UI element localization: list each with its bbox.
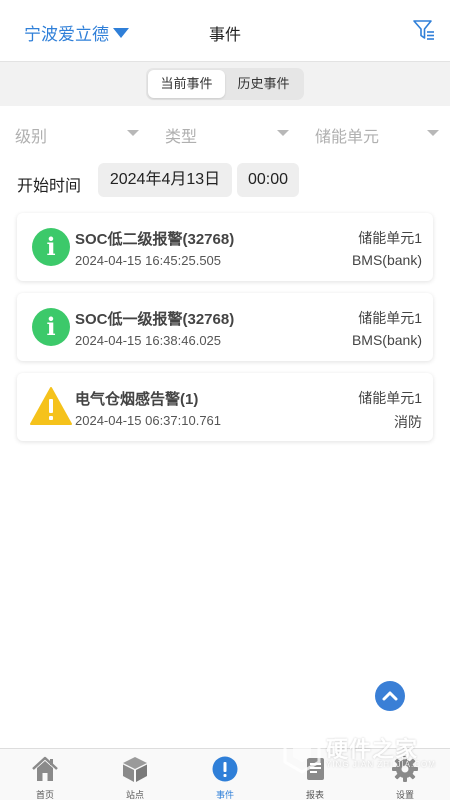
start-time-row: 开始时间 2024年4月13日 00:00 <box>0 158 450 202</box>
home-icon <box>32 756 58 781</box>
event-card[interactable]: i SOC低二级报警(32768) 2024-04-15 16:45:25.50… <box>17 213 433 281</box>
event-source: BMS(bank) <box>351 252 422 268</box>
warning-icon <box>30 387 72 425</box>
level-dropdown[interactable]: 级别 <box>15 123 47 147</box>
event-card[interactable]: i SOC低一级报警(32768) 2024-04-15 16:38:46.02… <box>17 293 433 361</box>
segment-history-events[interactable]: 历史事件 <box>225 70 302 98</box>
tab-label: 报表 <box>305 790 324 800</box>
type-dropdown-arrow-icon[interactable] <box>277 130 289 136</box>
unit-dropdown[interactable]: 储能单元 <box>315 123 379 147</box>
tab-label: 事件 <box>215 790 234 800</box>
scroll-to-top-button[interactable] <box>375 681 405 711</box>
alert-icon <box>212 756 238 782</box>
chevron-up-icon <box>382 691 398 701</box>
start-date-picker[interactable]: 2024年4月13日 <box>98 163 232 197</box>
watermark: 硬件之家 YING JIAN ZHI JIA.COM <box>282 728 442 776</box>
event-title: 电气仓烟感告警(1) <box>75 391 199 408</box>
header: 宁波爱立德 事件 <box>0 0 450 62</box>
event-list: i SOC低二级报警(32768) 2024-04-15 16:45:25.50… <box>0 202 450 748</box>
tab-events[interactable]: 事件 <box>180 749 270 800</box>
segment-current-events[interactable]: 当前事件 <box>148 70 225 98</box>
tab-station[interactable]: 站点 <box>90 749 180 800</box>
event-title: SOC低二级报警(32768) <box>75 231 235 248</box>
tab-label: 首页 <box>35 790 54 800</box>
tab-label: 站点 <box>125 790 144 800</box>
event-unit: 储能单元1 <box>358 230 422 246</box>
event-time: 2024-04-15 16:38:46.025 <box>75 333 222 348</box>
event-source: BMS(bank) <box>351 332 422 348</box>
level-dropdown-arrow-icon[interactable] <box>127 130 139 136</box>
watermark-subtext: YING JIAN ZHI JIA.COM <box>326 760 436 769</box>
event-time: 2024-04-15 06:37:10.761 <box>75 413 222 428</box>
unit-dropdown-arrow-icon[interactable] <box>427 130 439 136</box>
segment-bar: 当前事件 历史事件 <box>0 62 450 106</box>
info-icon: i <box>32 228 70 266</box>
event-card[interactable]: 电气仓烟感告警(1) 2024-04-15 06:37:10.761 储能单元1… <box>17 373 433 441</box>
cube-icon <box>123 757 147 782</box>
type-dropdown[interactable]: 类型 <box>165 123 197 147</box>
event-title: SOC低一级报警(32768) <box>75 311 235 328</box>
info-icon: i <box>32 308 70 346</box>
event-unit: 储能单元1 <box>358 390 422 406</box>
tab-label: 设置 <box>395 790 414 800</box>
tab-home[interactable]: 首页 <box>0 749 90 800</box>
start-time-label: 开始时间 <box>17 178 82 195</box>
event-segment-control: 当前事件 历史事件 <box>146 68 304 100</box>
event-source: 消防 <box>394 414 422 430</box>
event-unit: 储能单元1 <box>358 310 422 326</box>
watermark-logo-icon <box>283 730 321 774</box>
start-time-picker[interactable]: 00:00 <box>237 163 299 197</box>
event-time: 2024-04-15 16:45:25.505 <box>75 253 222 268</box>
filter-icon[interactable] <box>412 18 436 42</box>
filter-row: 级别 类型 储能单元 <box>0 106 450 158</box>
page-title: 事件 <box>208 27 241 44</box>
